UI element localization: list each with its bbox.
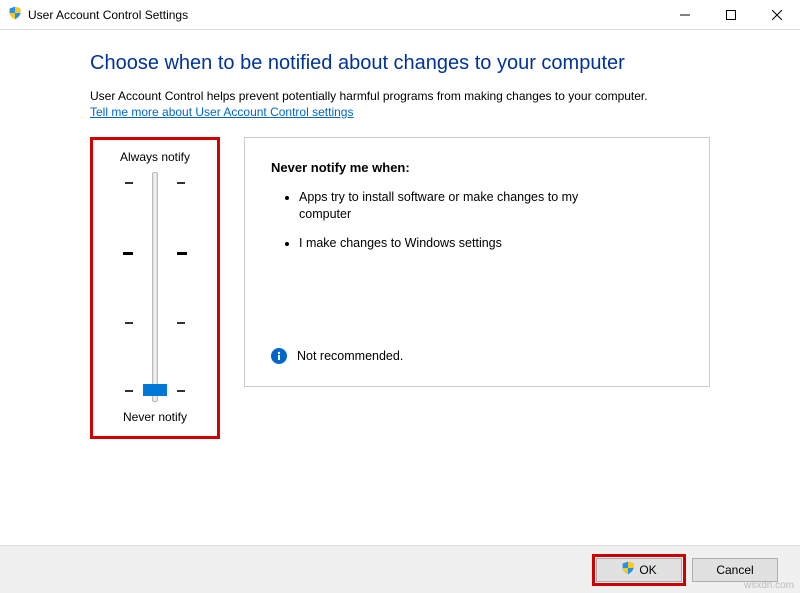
help-link[interactable]: Tell me more about User Account Control …: [90, 105, 353, 119]
notification-slider[interactable]: [115, 172, 195, 402]
cancel-button[interactable]: Cancel: [692, 558, 778, 582]
maximize-button[interactable]: [708, 0, 754, 30]
description-title: Never notify me when:: [271, 160, 683, 175]
slider-label-always: Always notify: [103, 150, 207, 164]
close-button[interactable]: [754, 0, 800, 30]
description-panel: Never notify me when: Apps try to instal…: [244, 137, 710, 387]
titlebar: User Account Control Settings: [0, 0, 800, 30]
notification-slider-panel: Always notify Never notify: [90, 137, 220, 439]
page-subtext: User Account Control helps prevent poten…: [90, 89, 710, 103]
dialog-button-bar: OK Cancel: [0, 545, 800, 593]
slider-label-never: Never notify: [103, 410, 207, 424]
shield-icon: [621, 561, 635, 578]
description-bullet: I make changes to Windows settings: [299, 235, 629, 252]
content-area: Choose when to be notified about changes…: [0, 30, 800, 439]
page-heading: Choose when to be notified about changes…: [90, 52, 710, 75]
shield-icon: [8, 6, 22, 23]
recommendation-text: Not recommended.: [297, 349, 403, 363]
minimize-button[interactable]: [662, 0, 708, 30]
ok-button[interactable]: OK: [596, 558, 682, 582]
ok-button-label: OK: [639, 563, 656, 577]
info-icon: [271, 348, 287, 364]
slider-thumb[interactable]: [143, 384, 167, 396]
window-title: User Account Control Settings: [28, 8, 188, 22]
description-bullet: Apps try to install software or make cha…: [299, 189, 629, 223]
watermark: wsxdn.com: [744, 580, 794, 591]
cancel-button-label: Cancel: [716, 563, 753, 577]
